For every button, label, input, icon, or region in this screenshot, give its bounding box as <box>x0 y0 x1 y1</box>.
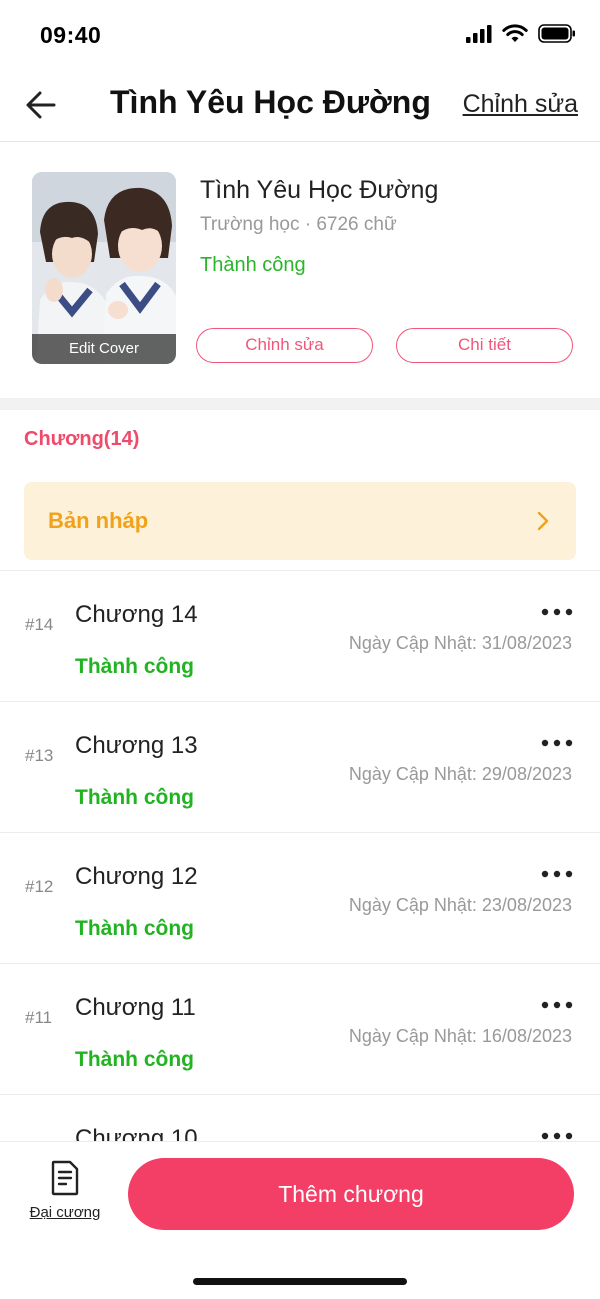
chapter-status: Thành công <box>75 786 194 809</box>
status-bar: 09:40 <box>0 0 600 70</box>
bottom-bar: Đại cương Thêm chương <box>0 1141 600 1299</box>
chapter-status: Thành công <box>75 1048 194 1071</box>
chapter-date: Ngày Cập Nhật: 23/08/2023 <box>348 895 572 915</box>
chapter-number: #11 <box>25 1008 53 1027</box>
book-info: Edit Cover Tình Yêu Học Đường Trường học… <box>0 142 600 398</box>
chapter-row[interactable]: #13 Chương 13 Thành công Ngày Cập Nhật: … <box>0 701 600 832</box>
chapter-date: Ngày Cập Nhật: 31/08/2023 <box>348 633 572 653</box>
edit-link[interactable]: Chỉnh sửa <box>463 90 578 119</box>
draft-row[interactable]: Bản nháp <box>24 482 576 560</box>
chapter-row[interactable]: #11 Chương 11 Thành công Ngày Cập Nhật: … <box>0 963 600 1094</box>
chapter-title: Chương 14 <box>75 601 198 628</box>
chapter-date: Ngày Cập Nhật: 16/08/2023 <box>348 1026 572 1046</box>
chapter-number: #12 <box>25 877 54 896</box>
back-arrow-icon[interactable] <box>24 88 58 122</box>
chapter-date: Ngày Cập Nhật: 29/08/2023 <box>348 764 572 784</box>
chapter-title: Chương 12 <box>75 863 198 890</box>
nav-bar: Tình Yêu Học Đường Chỉnh sửa <box>0 70 600 142</box>
status-time: 09:40 <box>40 22 102 48</box>
battery-icon <box>538 24 575 43</box>
status-icons <box>466 24 576 43</box>
outline-label: Đại cương <box>29 1204 101 1221</box>
more-dots-icon[interactable] <box>540 738 574 748</box>
more-dots-icon[interactable] <box>540 607 574 617</box>
book-title: Tình Yêu Học Đường <box>200 176 439 204</box>
detail-button[interactable]: Chi tiết <box>396 328 573 363</box>
chapter-status: Thành công <box>75 917 194 940</box>
book-status: Thành công <box>200 254 306 276</box>
chapter-number: #14 <box>25 615 54 634</box>
outline-button[interactable]: Đại cương <box>24 1160 106 1230</box>
wifi-icon <box>502 24 528 42</box>
section-divider <box>0 398 600 410</box>
chevron-right-icon <box>537 511 549 531</box>
cellular-signal-icon <box>466 24 492 43</box>
chapter-list: #14 Chương 14 Thành công Ngày Cập Nhật: … <box>0 570 600 1225</box>
document-icon <box>51 1160 79 1196</box>
chapter-row[interactable]: #12 Chương 12 Thành công Ngày Cập Nhật: … <box>0 832 600 963</box>
more-dots-icon[interactable] <box>540 1131 574 1141</box>
page-title: Tình Yêu Học Đường <box>110 84 431 120</box>
chapter-title: Chương 13 <box>75 732 198 759</box>
chapters-header: Chương(14) <box>24 428 140 450</box>
chapter-row[interactable]: #14 Chương 14 Thành công Ngày Cập Nhật: … <box>0 570 600 701</box>
book-meta: Trường học · 6726 chữ <box>200 214 397 235</box>
edit-book-button[interactable]: Chỉnh sửa <box>196 328 373 363</box>
more-dots-icon[interactable] <box>540 869 574 879</box>
edit-cover-caption[interactable]: Edit Cover <box>32 334 176 364</box>
chapter-status: Thành công <box>75 655 194 678</box>
home-indicator <box>193 1278 407 1285</box>
more-dots-icon[interactable] <box>540 1000 574 1010</box>
chapter-number: #13 <box>25 746 54 765</box>
draft-label: Bản nháp <box>48 508 149 533</box>
add-chapter-button[interactable]: Thêm chương <box>128 1158 574 1230</box>
book-cover[interactable]: Edit Cover <box>32 172 176 364</box>
chapter-title: Chương 11 <box>75 994 196 1021</box>
